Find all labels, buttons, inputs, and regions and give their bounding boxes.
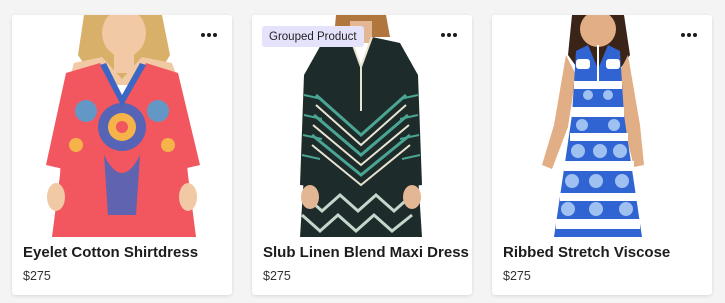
- product-price: $275: [23, 269, 51, 283]
- product-title[interactable]: Slub Linen Blend Maxi Dress: [263, 244, 469, 261]
- product-card[interactable]: Eyelet Cotton Shirtdress $275: [12, 15, 232, 295]
- more-dot: [213, 33, 217, 37]
- product-image[interactable]: [252, 15, 472, 237]
- more-dot: [693, 33, 697, 37]
- product-title[interactable]: Eyelet Cotton Shirtdress: [23, 244, 198, 261]
- product-card[interactable]: Grouped Product Slub Linen Blend Maxi Dr…: [252, 15, 472, 295]
- product-price: $275: [503, 269, 531, 283]
- grouped-product-badge: Grouped Product: [262, 26, 364, 47]
- more-horizontal-icon: [441, 33, 445, 37]
- product-card[interactable]: Ribbed Stretch Viscose $275: [492, 15, 712, 295]
- product-image[interactable]: [12, 15, 232, 237]
- more-options-button[interactable]: [678, 27, 700, 43]
- product-image[interactable]: [492, 15, 712, 237]
- more-options-button[interactable]: [198, 27, 220, 43]
- product-photo-dress-patterned-dark: [300, 15, 422, 237]
- product-photo-dress-blue-white: [542, 15, 644, 237]
- more-horizontal-icon: [681, 33, 685, 37]
- more-dot: [447, 33, 451, 37]
- product-title[interactable]: Ribbed Stretch Viscose: [503, 244, 670, 261]
- more-dot: [207, 33, 211, 37]
- more-dot: [687, 33, 691, 37]
- more-horizontal-icon: [201, 33, 205, 37]
- product-price: $275: [263, 269, 291, 283]
- more-dot: [453, 33, 457, 37]
- product-photo-dress-coral: [46, 15, 200, 237]
- more-options-button[interactable]: [438, 27, 460, 43]
